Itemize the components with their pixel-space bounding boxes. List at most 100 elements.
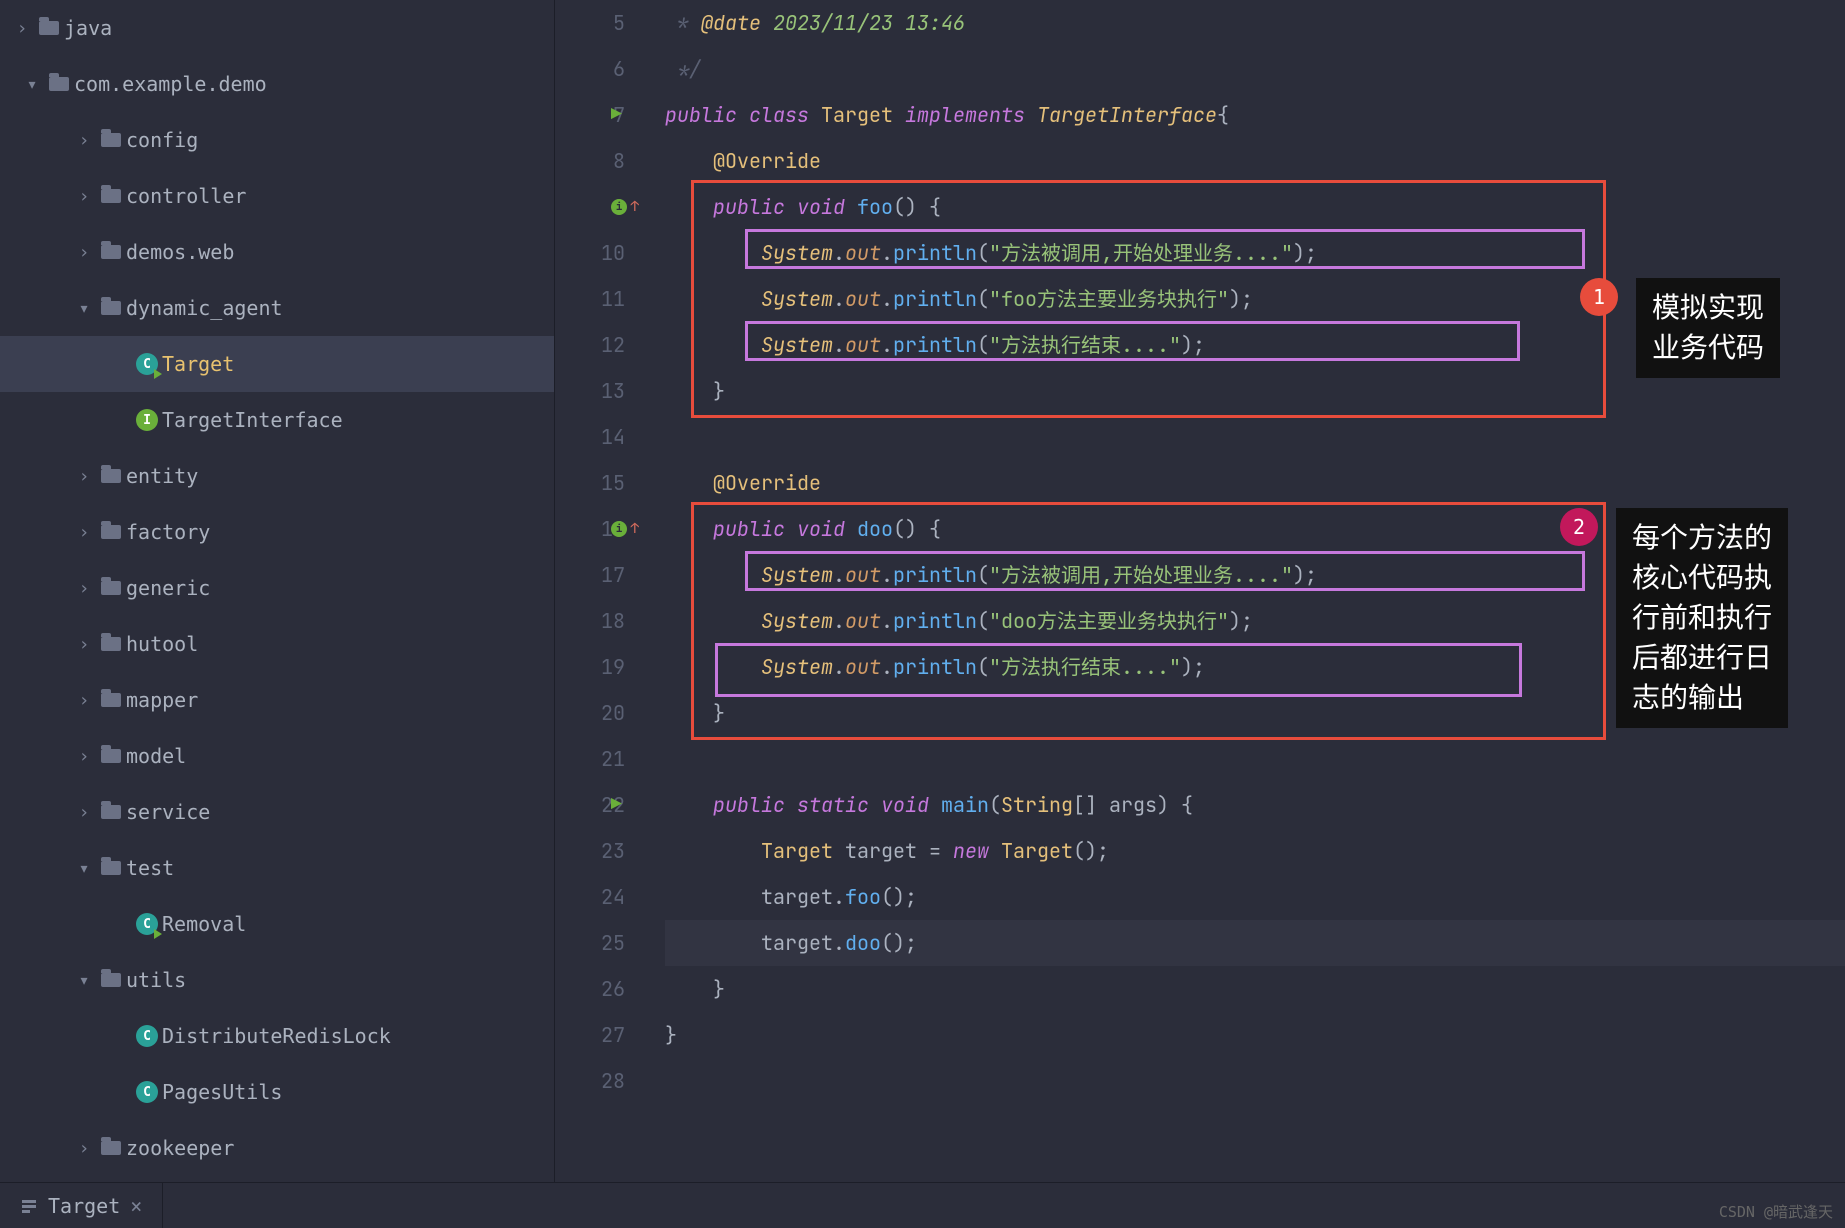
tree-arrow-icon[interactable] <box>72 186 96 207</box>
tree-item[interactable]: Target <box>0 336 554 392</box>
tree-item[interactable]: utils <box>0 952 554 1008</box>
line-number: 24 <box>555 874 625 920</box>
tree-arrow-icon[interactable] <box>72 242 96 263</box>
tree-label: controller <box>126 184 246 208</box>
folder-icon <box>101 861 121 875</box>
line-number: 28 <box>555 1058 625 1104</box>
tree-item[interactable]: PagesUtils <box>0 1064 554 1120</box>
code-line[interactable]: target.doo(); <box>665 920 1845 966</box>
line-number: 16↑ <box>555 506 625 552</box>
run-icon[interactable]: ▶ <box>611 92 622 138</box>
watermark: CSDN @暗武逢天 <box>1719 1201 1833 1222</box>
code-line[interactable]: target.foo(); <box>665 874 1845 920</box>
line-number: 6 <box>555 46 625 92</box>
tree-item[interactable]: zookeeper <box>0 1120 554 1176</box>
tab-label: Target <box>48 1194 120 1218</box>
tree-item[interactable]: controller <box>0 168 554 224</box>
tree-item[interactable]: TargetInterface <box>0 392 554 448</box>
folder-icon <box>101 525 121 539</box>
tree-item[interactable]: mapper <box>0 672 554 728</box>
line-number: 10 <box>555 230 625 276</box>
chevron-down-icon[interactable] <box>20 74 44 95</box>
project-tree[interactable]: java com.example.demo config controller de… <box>0 0 555 1182</box>
code-line[interactable]: Target target = new Target(); <box>665 828 1845 874</box>
tree-arrow-icon[interactable] <box>72 690 96 711</box>
tree-label: hutool <box>126 632 198 656</box>
bottom-tab-bar: Target × <box>0 1182 1845 1228</box>
tree-arrow-icon[interactable] <box>72 466 96 487</box>
code-line[interactable]: @Override <box>665 460 1845 506</box>
tree-label: Removal <box>162 912 246 936</box>
line-number: 26 <box>555 966 625 1012</box>
annotation-1: 1 模拟实现 业务代码 <box>1580 278 1780 378</box>
code-line[interactable]: public void foo() { <box>665 184 1845 230</box>
tree-label: entity <box>126 464 198 488</box>
tree-arrow-icon[interactable] <box>72 298 96 319</box>
tree-label: zookeeper <box>126 1136 234 1160</box>
override-icon[interactable]: ↑ <box>611 521 627 537</box>
interface-icon <box>136 409 158 431</box>
tree-label: service <box>126 800 210 824</box>
class-icon <box>136 1025 158 1047</box>
tree-item[interactable]: model <box>0 728 554 784</box>
class-icon <box>136 913 158 935</box>
tree-label: com.example.demo <box>74 72 267 96</box>
code-line[interactable]: public class Target implements TargetInt… <box>665 92 1845 138</box>
tree-arrow-icon[interactable] <box>72 970 96 991</box>
code-editor[interactable]: 567▶89↑10111213141516↑171819202122▶23242… <box>555 0 1845 1182</box>
tree-arrow-icon[interactable] <box>72 578 96 599</box>
tree-item[interactable]: config <box>0 112 554 168</box>
tree-item-java[interactable]: java <box>0 0 554 56</box>
tree-label: mapper <box>126 688 198 712</box>
chevron-right-icon[interactable] <box>10 18 34 39</box>
tree-item[interactable]: hutool <box>0 616 554 672</box>
code-line[interactable] <box>665 1058 1845 1104</box>
code-line[interactable]: @Override <box>665 138 1845 184</box>
tree-arrow-icon[interactable] <box>72 858 96 879</box>
tree-item[interactable]: entity <box>0 448 554 504</box>
code-line[interactable]: System.out.println("方法被调用,开始处理业务...."); <box>665 230 1845 276</box>
class-icon <box>136 353 158 375</box>
folder-icon <box>49 77 69 91</box>
code-line[interactable]: * @date 2023/11/23 13:46 <box>665 0 1845 46</box>
tree-item[interactable]: Removal <box>0 896 554 952</box>
override-icon[interactable]: ↑ <box>611 199 627 215</box>
code-line[interactable]: */ <box>665 46 1845 92</box>
line-number: 27 <box>555 1012 625 1058</box>
tree-item[interactable]: factory <box>0 504 554 560</box>
line-number: 19 <box>555 644 625 690</box>
tree-arrow-icon[interactable] <box>72 802 96 823</box>
tree-item[interactable]: test <box>0 840 554 896</box>
line-number: 5 <box>555 0 625 46</box>
bottom-tab-target[interactable]: Target × <box>0 1183 163 1228</box>
close-icon[interactable]: × <box>130 1194 142 1218</box>
annotation-bubble-2: 2 <box>1560 508 1598 546</box>
tree-item[interactable]: dynamic_agent <box>0 280 554 336</box>
tree-arrow-icon[interactable] <box>72 634 96 655</box>
tree-arrow-icon[interactable] <box>72 1138 96 1159</box>
tree-label: demos.web <box>126 240 234 264</box>
tree-arrow-icon[interactable] <box>72 522 96 543</box>
code-line[interactable] <box>665 414 1845 460</box>
line-number: 11 <box>555 276 625 322</box>
line-number: 7▶ <box>555 92 625 138</box>
tree-item-package[interactable]: com.example.demo <box>0 56 554 112</box>
folder-icon <box>101 301 121 315</box>
tree-item[interactable]: DistributeRedisLock <box>0 1008 554 1064</box>
line-number: 13 <box>555 368 625 414</box>
tree-item[interactable]: generic <box>0 560 554 616</box>
line-number: 12 <box>555 322 625 368</box>
code-line[interactable] <box>665 736 1845 782</box>
structure-icon <box>20 1197 38 1215</box>
code-line[interactable]: public static void main(String[] args) { <box>665 782 1845 828</box>
tree-arrow-icon[interactable] <box>72 130 96 151</box>
tree-item[interactable]: demos.web <box>0 224 554 280</box>
run-icon[interactable]: ▶ <box>611 782 622 828</box>
tree-arrow-icon[interactable] <box>72 746 96 767</box>
line-number: 20 <box>555 690 625 736</box>
tree-item[interactable]: service <box>0 784 554 840</box>
tree-label: java <box>64 16 112 40</box>
tree-label: model <box>126 744 186 768</box>
code-line[interactable]: } <box>665 1012 1845 1058</box>
code-line[interactable]: } <box>665 966 1845 1012</box>
